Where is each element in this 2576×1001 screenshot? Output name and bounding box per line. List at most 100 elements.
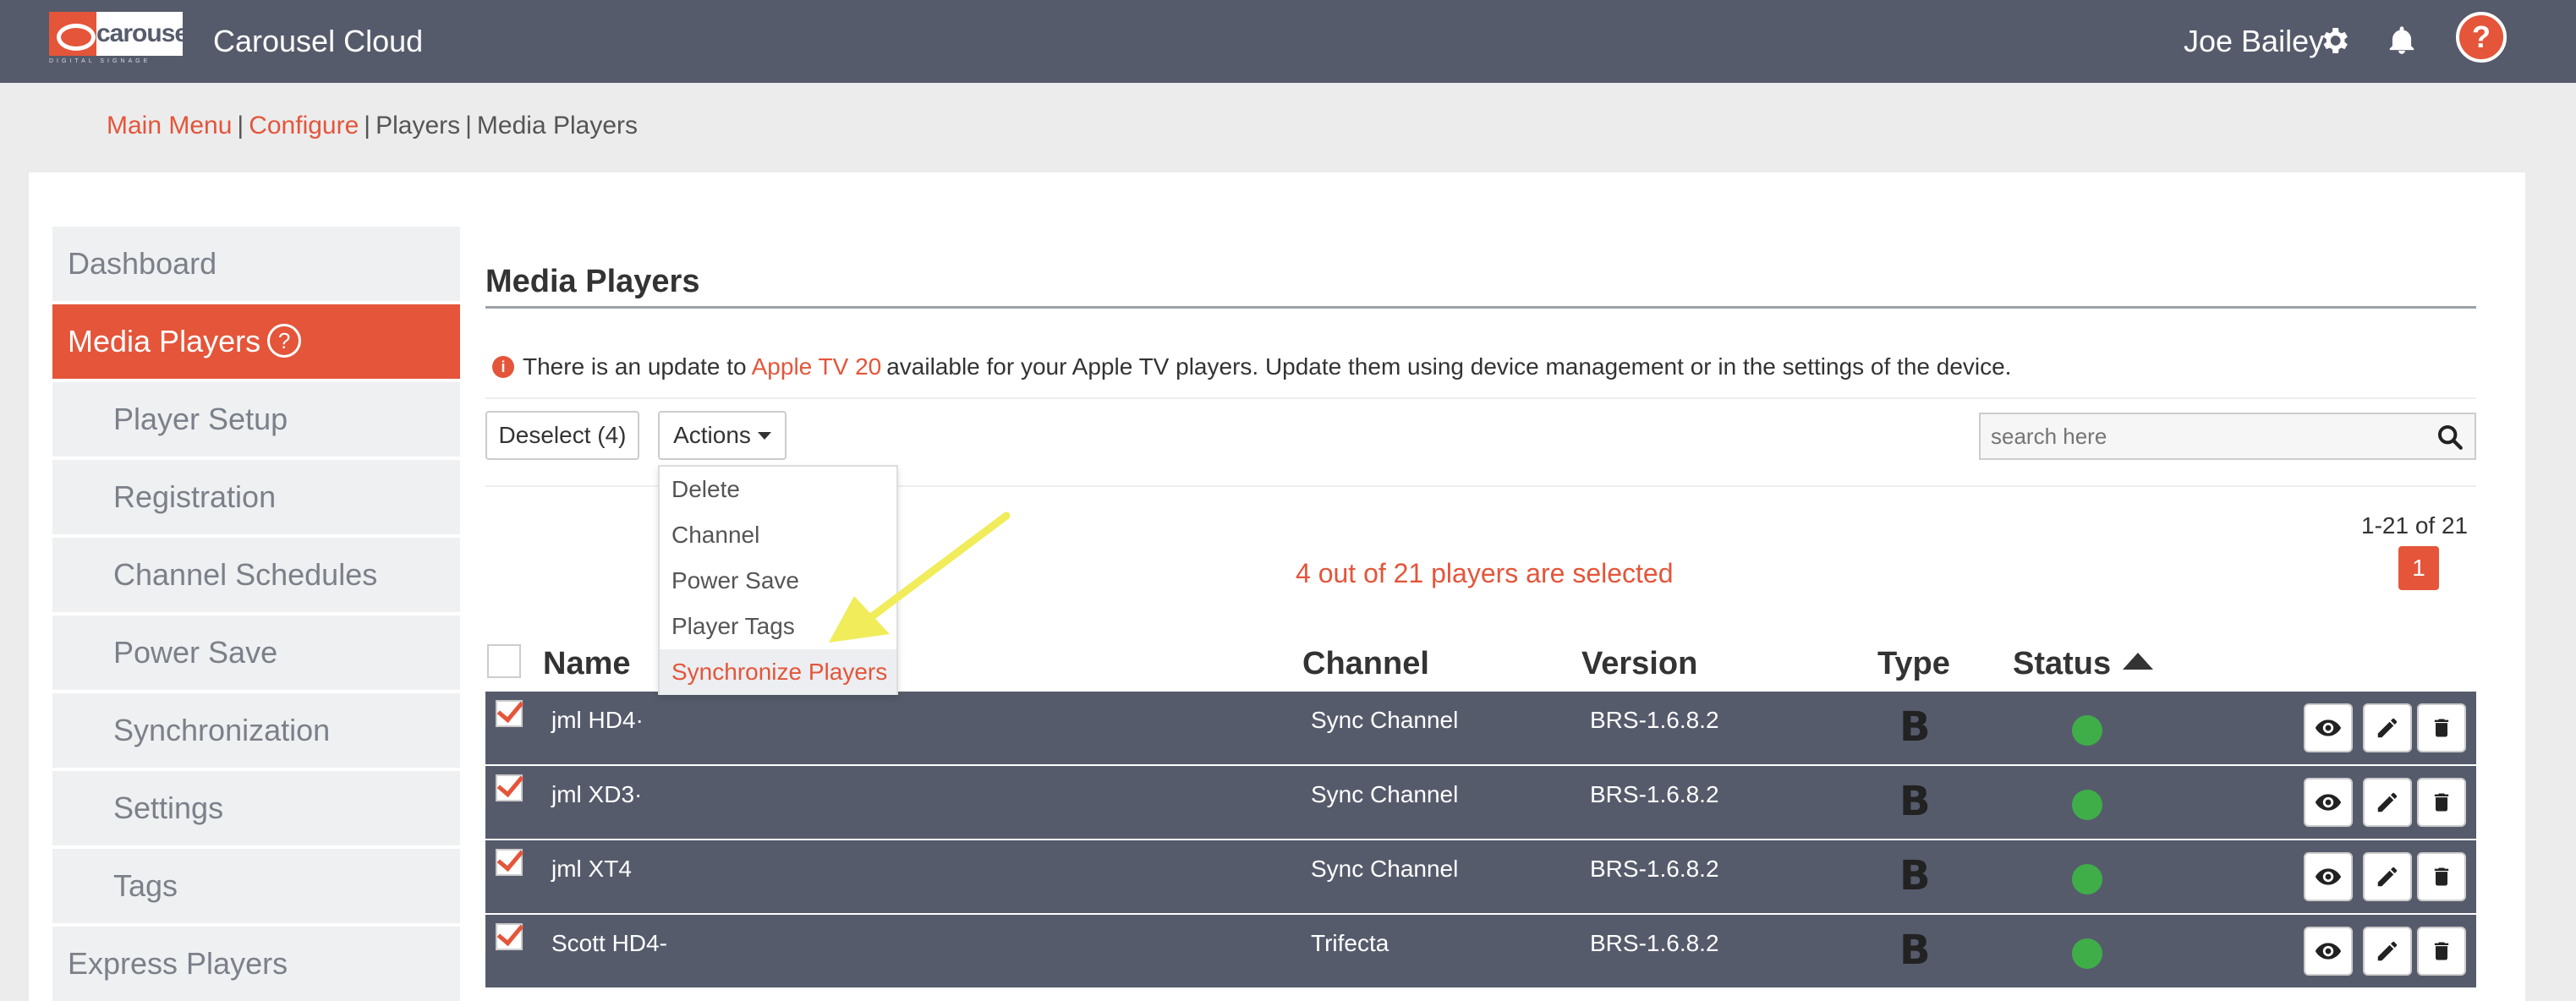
sidebar-item-power-save[interactable]: Power Save [52,615,460,690]
selection-count-message: 4 out of 21 players are selected [1296,558,1674,588]
cell-version: BRS-1.6.8.2 [1590,781,1719,807]
trash-icon [2434,867,2449,886]
sidebar-item-media-players[interactable]: Media Players? [52,304,460,379]
table-row[interactable]: jml XD3· Sync Channel BRS-1.6.8.2 B [485,766,2476,839]
trash-icon [2434,793,2449,812]
user-name[interactable]: Joe Bailey [2184,24,2324,59]
menu-item-synchronize-players[interactable]: Synchronize Players [660,649,896,695]
edit-button[interactable] [2363,703,2412,752]
sidebar-item-express-players[interactable]: Express Players [52,927,460,1001]
sidebar-item-settings[interactable]: Settings [52,771,460,845]
info-icon: i [492,356,514,378]
cell-version: BRS-1.6.8.2 [1590,856,1719,882]
sidebar-item-tags[interactable]: Tags [52,849,460,923]
view-button[interactable] [2304,927,2353,976]
cell-channel: Sync Channel [1311,707,1459,733]
delete-button[interactable] [2417,852,2466,901]
view-button[interactable] [2304,852,2353,901]
breadcrumb-configure[interactable]: Configure [249,112,359,139]
cell-name: Scott HD4- [551,930,667,956]
column-header-name[interactable]: Name [543,646,631,682]
sidebar-item-label: Tags [113,868,178,903]
cell-channel: Trifecta [1311,930,1389,956]
delete-button[interactable] [2417,703,2466,752]
search-input[interactable] [1981,414,2420,458]
gear-icon[interactable] [2316,22,2353,59]
table-row[interactable]: Scott HD4- Trifecta BRS-1.6.8.2 B [485,915,2476,987]
sidebar-item-synchronization[interactable]: Synchronization [52,693,460,768]
breadcrumb-media-players: Media Players [476,112,638,139]
breadcrumb-main-menu[interactable]: Main Menu [107,112,232,139]
type-brightsign-icon: B [1899,927,1931,974]
status-online-icon [2072,790,2102,820]
pencil-icon [2377,792,2398,812]
column-header-version[interactable]: Version [1581,646,1697,682]
sidebar-item-label: Channel Schedules [113,557,378,592]
breadcrumb-separator: | [465,112,472,139]
actions-dropdown-button[interactable]: Actions [658,411,787,460]
eye-icon [2315,794,2342,811]
search-icon[interactable] [2436,423,2464,451]
sidebar-item-label: Dashboard [68,246,217,281]
help-icon[interactable]: ? [267,324,302,358]
sidebar: Dashboard Media Players? Player Setup Re… [52,227,460,1001]
sidebar-item-label: Synchronization [113,713,331,747]
table-row[interactable]: jml HD4· Sync Channel BRS-1.6.8.2 B [485,692,2476,764]
type-brightsign-icon: B [1899,703,1931,751]
cell-channel: Sync Channel [1311,856,1459,882]
breadcrumb-separator: | [237,112,244,139]
edit-button[interactable] [2363,927,2412,976]
cell-name: jml XD3· [551,781,643,807]
eye-icon [2315,868,2342,885]
delete-button[interactable] [2417,778,2466,827]
row-checkbox[interactable] [496,849,523,876]
cell-version: BRS-1.6.8.2 [1590,707,1719,733]
select-all-checkbox[interactable] [487,644,521,678]
row-checkbox[interactable] [496,700,523,727]
deselect-button[interactable]: Deselect (4) [485,411,639,460]
view-button[interactable] [2304,703,2353,752]
edit-button[interactable] [2363,852,2412,901]
sidebar-item-player-setup[interactable]: Player Setup [52,382,460,457]
sidebar-item-label: Settings [113,790,224,825]
menu-item-delete[interactable]: Delete [660,467,896,512]
logo-mark [49,12,96,56]
sidebar-item-label: Registration [113,479,277,514]
cell-name: jml HD4· [551,707,644,733]
pencil-icon [2377,867,2398,887]
cell-name: jml XT4 [551,856,632,882]
help-icon[interactable]: ? [2456,12,2507,63]
table-row[interactable]: jml XT4 Sync Channel BRS-1.6.8.2 B [485,840,2476,913]
carousel-logo[interactable]: carousel DIGITAL SIGNAGE [49,12,195,64]
cell-channel: Sync Channel [1311,781,1459,807]
row-checkbox[interactable] [496,774,523,801]
annotation-arrow-icon [829,511,1011,643]
caret-down-icon [757,431,771,440]
notice-text-pre: There is an update to [523,353,747,380]
notice-link-apple-tv[interactable]: Apple TV 20 [747,353,887,380]
column-header-status[interactable]: Status [2013,646,2154,682]
sidebar-item-label: Power Save [113,635,278,670]
eye-icon [2315,719,2342,736]
sort-ascending-icon [2123,652,2154,670]
column-header-channel[interactable]: Channel [1302,646,1429,682]
status-online-icon [2072,864,2102,894]
pagination-page-1[interactable]: 1 [2398,546,2439,590]
trash-icon [2434,942,2449,960]
breadcrumb-separator: | [364,112,371,139]
notice-text-post: available for your Apple TV players. Upd… [886,353,2012,380]
column-header-type[interactable]: Type [1877,646,1950,682]
view-button[interactable] [2304,778,2353,827]
delete-button[interactable] [2417,927,2466,976]
edit-button[interactable] [2363,778,2412,827]
sidebar-item-label: Express Players [68,946,288,981]
row-checkbox[interactable] [496,923,523,950]
pencil-icon [2377,718,2398,738]
breadcrumb-players: Players [375,112,461,139]
bell-icon[interactable] [2383,22,2420,59]
logo-subtitle: DIGITAL SIGNAGE [49,58,151,64]
sidebar-item-channel-schedules[interactable]: Channel Schedules [52,538,460,612]
sidebar-item-registration[interactable]: Registration [52,460,460,534]
sidebar-item-dashboard[interactable]: Dashboard [52,227,460,301]
cell-version: BRS-1.6.8.2 [1590,930,1719,956]
